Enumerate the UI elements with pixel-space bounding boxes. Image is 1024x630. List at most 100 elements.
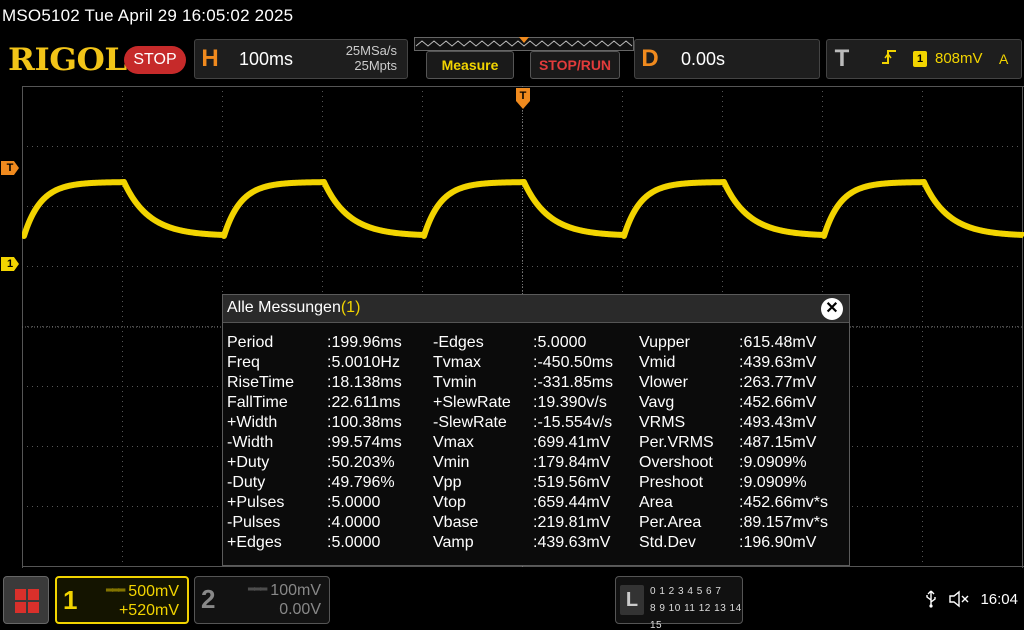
- measurement-name: +Width: [227, 414, 278, 431]
- channel2-scale-info: ═══ 100mV 0.00V: [248, 580, 321, 619]
- measurement-name: Vbase: [433, 514, 479, 531]
- measurement-value: :5.0000: [327, 534, 381, 551]
- channel2-settings[interactable]: 2 ═══ 100mV 0.00V: [194, 576, 330, 624]
- status-area: 16:04: [924, 590, 1018, 608]
- measurement-name: +Edges: [227, 534, 282, 551]
- stop-run-button[interactable]: STOP/RUN: [530, 51, 620, 79]
- measurement-value: :439.63mV: [533, 534, 611, 551]
- measurement-row: Per.VRMS:487.15mV: [639, 433, 845, 453]
- measurement-row: Vlower:263.77mV: [639, 373, 845, 393]
- measurement-value: :452.66mv*s: [739, 494, 828, 511]
- logic-channels-panel[interactable]: L 0 1 2 3 4 5 6 7 8 9 10 11 12 13 14 15: [615, 576, 743, 630]
- measurement-value: :49.796%: [327, 474, 395, 491]
- measurement-value: :100.38ms: [327, 414, 402, 431]
- sample-info: 25MSa/s 25Mpts: [346, 43, 397, 73]
- dialog-title-text: Alle Messungen: [227, 299, 341, 316]
- measurement-name: Per.VRMS: [639, 434, 714, 451]
- measurement-name: Vmin: [433, 454, 470, 471]
- measurement-row: Vmid:439.63mV: [639, 353, 845, 373]
- svg-text:T: T: [520, 90, 527, 102]
- dialog-header: Alle Messungen(1) ✕: [223, 295, 849, 323]
- measurement-row: Vamp :439.63mV: [433, 533, 639, 553]
- measurement-value: :5.0000: [327, 494, 381, 511]
- measurement-row: Freq:5.0010Hz: [227, 353, 433, 373]
- measurement-name: Preshoot: [639, 474, 704, 491]
- top-toolbar: RIGOL STOP H 100ms 25MSa/s 25Mpts Measur…: [0, 34, 1024, 84]
- measurement-value: :659.44mV: [533, 494, 611, 511]
- measurement-value: :19.390v/s: [533, 394, 607, 411]
- measurement-name: +Pulses: [227, 494, 285, 511]
- measurement-column-1: Period:199.96ms Freq:5.0010Hz RiseTime:18.…: [227, 333, 433, 553]
- delay-panel[interactable]: D 0.00s: [634, 39, 820, 79]
- measurement-name: -Duty: [227, 474, 266, 491]
- measurement-row: RiseTime:18.138ms: [227, 373, 433, 393]
- dc-coupling-icon: ═══: [106, 585, 125, 596]
- grid-menu-icon: [15, 589, 39, 613]
- usb-icon[interactable]: [924, 590, 938, 608]
- measurement-value: :99.574ms: [327, 434, 402, 451]
- horizontal-panel[interactable]: H 100ms 25MSa/s 25Mpts: [194, 39, 408, 79]
- channel1-scale: 500mV: [128, 583, 179, 600]
- measurement-row: -Width:99.574ms: [227, 433, 433, 453]
- measurement-column-3: Vupper:615.48mV Vmid:439.63mV Vlower:263.7…: [639, 333, 845, 553]
- measurement-name: Freq: [227, 354, 260, 371]
- channel1-ground-marker[interactable]: 1: [1, 257, 19, 271]
- system-title: MSO5102 Tue April 29 16:05:02 2025: [0, 0, 1024, 34]
- measurement-row: -Pulses :4.0000: [227, 513, 433, 533]
- dialog-count: (1): [340, 299, 361, 316]
- measurement-name: Tvmax: [433, 354, 481, 371]
- measurement-name: Period: [227, 334, 274, 351]
- measurement-name: RiseTime: [227, 374, 294, 391]
- measurement-name: -Pulses: [227, 514, 281, 531]
- logic-channel-list: 0 1 2 3 4 5 6 7 8 9 10 11 12 13 14 15: [650, 583, 742, 630]
- main-menu-button[interactable]: [3, 576, 49, 624]
- trigger-panel[interactable]: T 1 808mV A: [826, 39, 1022, 79]
- measurement-row: Tvmax :-450.50ms: [433, 353, 639, 373]
- trigger-channel-chip: 1: [913, 51, 927, 67]
- measurement-row: Vbase:219.81mV: [433, 513, 639, 533]
- measurement-value: :519.56mV: [533, 474, 611, 491]
- channel1-number: 1: [63, 585, 78, 615]
- measurement-value: :4.0000: [327, 514, 381, 531]
- trigger-letter: T: [834, 45, 850, 72]
- sample-rate: 25MSa/s: [345, 43, 397, 58]
- channel1-settings[interactable]: 1 ═══ 500mV +520mV: [55, 576, 189, 624]
- measurement-value: :179.84mV: [533, 454, 611, 471]
- memory-depth: 25Mpts: [354, 58, 397, 73]
- channel2-scale: 100mV: [270, 582, 321, 599]
- logic-row-1: 0 1 2 3 4 5 6 7: [650, 586, 722, 597]
- measurement-name: Vamp: [433, 534, 474, 551]
- channel2-number: 2: [201, 584, 216, 614]
- measurement-row: Vmax:699.41mV: [433, 433, 639, 453]
- measurement-name: Vpp: [433, 474, 462, 491]
- measurement-name: Vupper: [639, 334, 690, 351]
- logic-letter: L: [620, 585, 644, 615]
- measure-button[interactable]: Measure: [426, 51, 514, 79]
- speaker-muted-icon[interactable]: [948, 590, 970, 608]
- measurement-value: :50.203%: [327, 454, 395, 471]
- measurement-value: :5.0000: [533, 334, 587, 351]
- measurement-name: Std.Dev: [639, 534, 696, 551]
- run-state-badge[interactable]: STOP: [124, 46, 186, 74]
- measurement-name: FallTime: [227, 394, 288, 411]
- trigger-position-marker[interactable]: T: [515, 88, 531, 110]
- measurement-name: Vmax: [433, 434, 474, 451]
- measurement-row: Preshoot:9.0909%: [639, 473, 845, 493]
- measurement-row: Vtop:659.44mV: [433, 493, 639, 513]
- close-icon[interactable]: ✕: [821, 298, 843, 320]
- trigger-level-marker[interactable]: T: [1, 161, 19, 175]
- measurement-value: :452.66mV: [739, 394, 817, 411]
- measurement-row: Tvmin:-331.85ms: [433, 373, 639, 393]
- measurement-row: Vavg:452.66mV: [639, 393, 845, 413]
- trigger-level: 808mV: [935, 50, 983, 67]
- measurement-name: -SlewRate: [433, 414, 507, 431]
- measurement-row: +SlewRate :19.390v/s: [433, 393, 639, 413]
- measurement-row: -Edges:5.0000: [433, 333, 639, 353]
- measurement-row: Period:199.96ms: [227, 333, 433, 353]
- measurement-name: Area: [639, 494, 673, 511]
- measurement-value: :-450.50ms: [533, 354, 614, 371]
- measurement-name: Tvmin: [433, 374, 477, 391]
- measurement-value: :89.157mv*s: [739, 514, 828, 531]
- horizontal-letter: H: [201, 45, 219, 72]
- measurement-name: +SlewRate: [433, 394, 511, 411]
